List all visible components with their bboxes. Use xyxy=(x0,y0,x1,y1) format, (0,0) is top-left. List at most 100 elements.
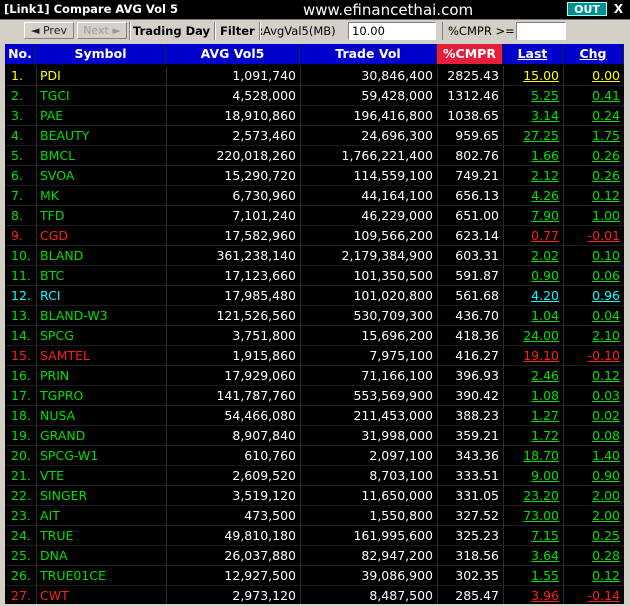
row-symbol[interactable]: CWT xyxy=(36,586,166,604)
header-last[interactable]: Last xyxy=(503,44,563,64)
row-last[interactable]: 5.25 xyxy=(503,86,563,106)
row-symbol[interactable]: CGD xyxy=(36,226,166,246)
row-symbol[interactable]: MK xyxy=(36,186,166,206)
table-row[interactable]: 8. TFD 7,101,240 46,229,000 651.00 7.90 1.00 xyxy=(5,206,624,226)
row-symbol[interactable]: DNA xyxy=(36,546,166,566)
avgvol-filter-input[interactable]: 10.00 xyxy=(348,22,436,40)
header-cmpr[interactable]: %CMPR xyxy=(437,44,503,64)
row-chg[interactable]: 0.06 xyxy=(563,266,624,286)
row-chg[interactable]: 0.03 xyxy=(563,386,624,406)
row-chg[interactable]: -0.01 xyxy=(563,226,624,246)
row-chg[interactable]: 0.28 xyxy=(563,546,624,566)
table-row[interactable]: 19. GRAND 8,907,840 31,998,000 359.21 1.72 0.0… xyxy=(5,426,624,446)
row-symbol[interactable]: PAE xyxy=(36,106,166,126)
row-last[interactable]: 3.14 xyxy=(503,106,563,126)
row-chg[interactable]: 0.25 xyxy=(563,526,624,546)
table-row[interactable]: 11. BTC 17,123,660 101,350,500 591.87 0.90 0.0… xyxy=(5,266,624,286)
close-button[interactable]: X xyxy=(611,2,626,16)
row-symbol[interactable]: PDI xyxy=(36,66,166,86)
table-row[interactable]: 20. SPCG-W1 610,760 2,097,100 343.36 18.70 1.4… xyxy=(5,446,624,466)
row-chg[interactable]: -0.14 xyxy=(563,586,624,604)
row-chg[interactable]: 0.10 xyxy=(563,246,624,266)
table-row[interactable]: 18. NUSA 54,466,080 211,453,000 388.23 1.27 0.… xyxy=(5,406,624,426)
row-symbol[interactable]: TRUE01CE xyxy=(36,566,166,586)
row-last[interactable]: 3.64 xyxy=(503,546,563,566)
row-symbol[interactable]: AIT xyxy=(36,506,166,526)
table-row[interactable]: 5. BMCL 220,018,260 1,766,221,400 802.76 1.66… xyxy=(5,146,624,166)
row-last[interactable]: 9.00 xyxy=(503,466,563,486)
table-row[interactable]: 26. TRUE01CE 12,927,500 39,086,900 302.35 1.5… xyxy=(5,566,624,586)
row-chg[interactable]: 0.24 xyxy=(563,106,624,126)
row-last[interactable]: 1.08 xyxy=(503,386,563,406)
row-last[interactable]: 1.72 xyxy=(503,426,563,446)
row-symbol[interactable]: VTE xyxy=(36,466,166,486)
row-chg[interactable]: 0.08 xyxy=(563,426,624,446)
table-row[interactable]: 2. TGCI 4,528,000 59,428,000 1312.46 5.25 0.41 xyxy=(5,86,624,106)
table-row[interactable]: 16. PRIN 17,929,060 71,166,100 396.93 2.46 0.1… xyxy=(5,366,624,386)
row-last[interactable]: 1.27 xyxy=(503,406,563,426)
row-chg[interactable]: 2.00 xyxy=(563,486,624,506)
header-trade-vol[interactable]: Trade Vol xyxy=(300,44,437,64)
row-chg[interactable]: 1.40 xyxy=(563,446,624,466)
table-row[interactable]: 14. SPCG 3,751,800 15,696,200 418.36 24.00 2.1… xyxy=(5,326,624,346)
row-symbol[interactable]: BLAND-W3 xyxy=(36,306,166,326)
row-symbol[interactable]: TRUE xyxy=(36,526,166,546)
header-avg-vol5[interactable]: AVG Vol5 xyxy=(166,44,300,64)
row-last[interactable]: 15.00 xyxy=(503,66,563,86)
row-last[interactable]: 23.20 xyxy=(503,486,563,506)
row-last[interactable]: 19.10 xyxy=(503,346,563,366)
row-symbol[interactable]: NUSA xyxy=(36,406,166,426)
table-row[interactable]: 12. RCI 17,985,480 101,020,800 561.68 4.20 0.9… xyxy=(5,286,624,306)
row-chg[interactable]: 0.26 xyxy=(563,146,624,166)
row-last[interactable]: 24.00 xyxy=(503,326,563,346)
row-symbol[interactable]: BTC xyxy=(36,266,166,286)
table-row[interactable]: 22. SINGER 3,519,120 11,650,000 331.05 23.20 2… xyxy=(5,486,624,506)
row-chg[interactable]: 0.96 xyxy=(563,286,624,306)
row-last[interactable]: 0.90 xyxy=(503,266,563,286)
row-chg[interactable]: 1.75 xyxy=(563,126,624,146)
trading-day-label[interactable]: Trading Day xyxy=(133,24,210,38)
table-row[interactable]: 6. SVOA 15,290,720 114,559,100 749.21 2.12 0.2… xyxy=(5,166,624,186)
row-last[interactable]: 1.04 xyxy=(503,306,563,326)
row-last[interactable]: 0.77 xyxy=(503,226,563,246)
table-row[interactable]: 23. AIT 473,500 1,550,800 327.52 73.00 2.00 xyxy=(5,506,624,526)
row-last[interactable]: 2.02 xyxy=(503,246,563,266)
row-last[interactable]: 2.12 xyxy=(503,166,563,186)
row-chg[interactable]: 0.12 xyxy=(563,186,624,206)
table-row[interactable]: 27. CWT 2,973,120 8,487,500 285.47 3.96 -0.14 xyxy=(5,586,624,604)
row-last[interactable]: 4.20 xyxy=(503,286,563,306)
row-symbol[interactable]: TFD xyxy=(36,206,166,226)
table-row[interactable]: 9. CGD 17,582,960 109,566,200 623.14 0.77 -0.0… xyxy=(5,226,624,246)
cmpr-filter-input[interactable] xyxy=(516,22,566,40)
row-symbol[interactable]: TGPRO xyxy=(36,386,166,406)
row-symbol[interactable]: BLAND xyxy=(36,246,166,266)
table-row[interactable]: 15. SAMTEL 1,915,860 7,975,100 416.27 19.10 -0… xyxy=(5,346,624,366)
row-symbol[interactable]: SINGER xyxy=(36,486,166,506)
row-last[interactable]: 7.90 xyxy=(503,206,563,226)
row-chg[interactable]: 0.04 xyxy=(563,306,624,326)
row-symbol[interactable]: RCI xyxy=(36,286,166,306)
table-row[interactable]: 17. TGPRO 141,787,760 553,569,900 390.42 1.08… xyxy=(5,386,624,406)
row-chg[interactable]: 0.90 xyxy=(563,466,624,486)
table-row[interactable]: 25. DNA 26,037,880 82,947,200 318.56 3.64 0.28 xyxy=(5,546,624,566)
row-last[interactable]: 2.46 xyxy=(503,366,563,386)
table-row[interactable]: 7. MK 6,730,960 44,164,100 656.13 4.26 0.12 xyxy=(5,186,624,206)
row-last[interactable]: 4.26 xyxy=(503,186,563,206)
row-chg[interactable]: 0.41 xyxy=(563,86,624,106)
header-no[interactable]: No. xyxy=(5,44,36,64)
row-symbol[interactable]: SVOA xyxy=(36,166,166,186)
row-symbol[interactable]: SPCG xyxy=(36,326,166,346)
next-button[interactable]: Next ► xyxy=(77,22,127,39)
prev-button[interactable]: ◄ Prev xyxy=(24,22,74,39)
out-button[interactable]: OUT xyxy=(567,2,607,16)
table-row[interactable]: 21. VTE 2,609,520 8,703,100 333.51 9.00 0.90 xyxy=(5,466,624,486)
row-chg[interactable]: 0.12 xyxy=(563,566,624,586)
row-chg[interactable]: 2.00 xyxy=(563,506,624,526)
row-last[interactable]: 3.96 xyxy=(503,586,563,604)
row-symbol[interactable]: GRAND xyxy=(36,426,166,446)
row-chg[interactable]: -0.10 xyxy=(563,346,624,366)
header-chg[interactable]: Chg xyxy=(563,44,624,64)
table-row[interactable]: 10. BLAND 361,238,140 2,179,384,900 603.31 2.… xyxy=(5,246,624,266)
header-symbol[interactable]: Symbol xyxy=(36,44,166,64)
table-row[interactable]: 1. PDI 1,091,740 30,846,400 2825.43 15.00 0.00 xyxy=(5,66,624,86)
